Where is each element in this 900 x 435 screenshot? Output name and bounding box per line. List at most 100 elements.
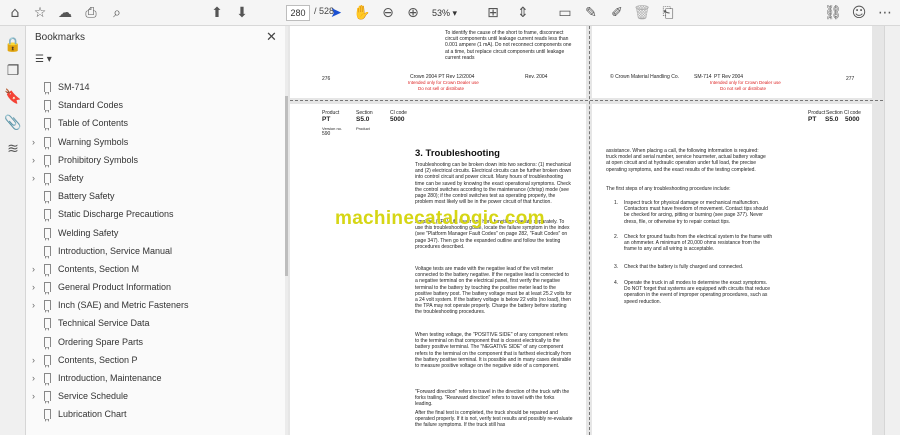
read-aloud-icon[interactable]: ⎗ <box>659 4 677 22</box>
page-277: © Crown Material Handling Co. SM-714 PT … <box>592 26 872 98</box>
zoom-out-icon[interactable]: ⊖ <box>379 4 397 22</box>
next-page-icon[interactable]: ⬇ <box>233 4 251 22</box>
pen-icon[interactable]: ✎ <box>582 4 600 22</box>
bookmark-label: Standard Codes <box>58 100 124 111</box>
header-value: 5000 <box>390 116 405 123</box>
bookmark-label: SM-714 <box>58 82 90 92</box>
bookmark-item[interactable]: Static Discharge Precautions <box>26 205 284 223</box>
list-number: 1. <box>614 200 619 206</box>
chevron-right-icon[interactable]: › <box>32 169 40 187</box>
document-viewer[interactable]: To identify the cause of the short to fr… <box>290 26 883 435</box>
paragraph-6: After the final test is completed, the t… <box>415 410 573 429</box>
bookmark-label: Prohibitory Symbols <box>58 154 139 165</box>
pan-hand-icon[interactable]: ✋ <box>353 4 371 22</box>
bookmark-item[interactable]: Introduction, Service Manual <box>26 242 284 260</box>
chevron-right-icon[interactable]: › <box>32 151 40 169</box>
paragraph-1: assistance. When placing a call, the fol… <box>606 148 766 173</box>
scroll-thumb[interactable] <box>285 96 288 276</box>
bookmark-label: General Product Information <box>58 282 172 293</box>
page-276: To identify the cause of the short to fr… <box>290 26 586 98</box>
bookmark-icon <box>44 373 51 386</box>
page-thumbnails-icon[interactable]: ❐ <box>4 62 22 80</box>
list-item-text: Operate the truck in all modes to determ… <box>624 280 771 305</box>
bookmark-icon <box>44 172 51 186</box>
page-number-input[interactable] <box>286 5 310 21</box>
bookmark-item[interactable]: › Introduction, Maintenance <box>26 369 284 387</box>
share-link-icon[interactable]: ⛓ <box>824 4 842 22</box>
bookmark-options-button[interactable]: ☰ ▾ <box>35 54 52 65</box>
layers-icon[interactable]: ≋ <box>4 140 22 158</box>
bookmark-label: Welding Safety <box>58 227 119 238</box>
attachment-icon[interactable]: 📎 <box>4 114 22 132</box>
chevron-down-icon: ▾ <box>452 8 458 18</box>
bookmark-label: Contents, Section M <box>58 263 140 274</box>
paragraph-5: "Forward direction" refers to travel in … <box>415 389 570 408</box>
bookmark-item[interactable]: › Service Schedule <box>26 387 284 405</box>
header-value: S5.0 <box>825 116 839 123</box>
bookmark-item[interactable]: Table of Contents <box>26 114 284 132</box>
bookmark-label: Static Discharge Precautions <box>58 209 174 220</box>
bookmark-item[interactable]: › Contents, Section P <box>26 351 284 369</box>
bookmark-icon <box>44 245 51 259</box>
header-value: PT <box>322 116 331 123</box>
print-icon[interactable]: ⎙ <box>82 4 100 22</box>
prev-page-icon[interactable]: ⬆ <box>208 4 226 22</box>
account-icon[interactable]: ☺ <box>850 4 868 22</box>
bookmark-item[interactable]: SM-714 <box>26 78 284 96</box>
main-toolbar: ⌂ ☆ ☁ ⎙ ⌕ ⬆ ⬇ / 528 ➤ ✋ ⊖ ⊕ 53% ▾ ⊞ ⇕ ▭ … <box>0 0 900 26</box>
bookmark-item[interactable]: › Inch (SAE) and Metric Fasteners <box>26 296 284 314</box>
footer-page-number: 277 <box>846 76 855 82</box>
chevron-right-icon[interactable]: › <box>32 369 40 387</box>
footer-page-number: 276 <box>322 76 331 82</box>
bookmark-icon[interactable]: 🔖 <box>4 88 22 106</box>
select-cursor-icon[interactable]: ➤ <box>327 4 345 22</box>
page-fit-icon[interactable]: ⊞ <box>484 4 502 22</box>
bookmark-item[interactable]: › Prohibitory Symbols <box>26 151 284 169</box>
bookmark-item[interactable]: Ordering Spare Parts <box>26 333 284 351</box>
bookmark-icon <box>44 191 51 205</box>
page-281: Product Section Cl code PT S5.0 5000 ass… <box>592 104 872 435</box>
page-divider <box>290 100 883 101</box>
highlight-icon[interactable]: ✐ <box>608 4 626 22</box>
bookmark-item[interactable]: Technical Service Data <box>26 314 284 332</box>
chevron-right-icon[interactable]: › <box>32 387 40 405</box>
paragraph-4: When testing voltage, the "POSITIVE SIDE… <box>415 332 572 370</box>
right-scrollbar[interactable] <box>884 26 900 435</box>
delete-icon[interactable]: 🗑 <box>633 4 651 22</box>
bookmark-item[interactable]: Battery Safety <box>26 187 284 205</box>
chevron-right-icon[interactable]: › <box>32 278 40 296</box>
bookmark-item[interactable]: Standard Codes <box>26 96 284 114</box>
scroll-mode-icon[interactable]: ⇕ <box>514 4 532 22</box>
zoom-dropdown[interactable]: 53% ▾ <box>432 5 474 21</box>
header-value: 5000 <box>845 116 860 123</box>
page-divider-vertical <box>589 26 590 435</box>
bookmark-item[interactable]: › Safety <box>26 169 284 187</box>
list-item-text: Check that the battery is fully charged … <box>624 264 744 270</box>
bookmark-item[interactable]: Welding Safety <box>26 224 284 242</box>
bookmark-item[interactable]: › Warning Symbols <box>26 133 284 151</box>
bookmark-label: Ordering Spare Parts <box>58 336 144 347</box>
bookmark-item[interactable]: › General Product Information <box>26 278 284 296</box>
bookmark-star-icon[interactable]: ☆ <box>31 4 49 22</box>
chevron-right-icon[interactable]: › <box>32 133 40 151</box>
bookmark-icon <box>44 227 51 241</box>
search-zoom-icon[interactable]: ⌕ <box>108 4 126 22</box>
footer-left: © Crown Material Handling Co. <box>610 74 679 80</box>
bookmark-item[interactable]: › Contents, Section M <box>26 260 284 278</box>
bookmark-icon <box>44 154 51 168</box>
footer-red-line2: Do not sell or distribute <box>720 86 767 91</box>
bookmark-item[interactable]: Lubrication Chart <box>26 405 284 423</box>
cloud-upload-icon[interactable]: ☁ <box>56 4 74 22</box>
chevron-right-icon[interactable]: › <box>32 296 40 314</box>
bookmark-icon <box>44 354 51 368</box>
chevron-right-icon[interactable]: › <box>32 260 40 278</box>
close-icon[interactable]: ✕ <box>266 29 277 45</box>
lock-icon[interactable]: 🔒 <box>4 36 22 54</box>
more-icon[interactable]: ⋯ <box>876 4 894 22</box>
footer-red-line1: Intended only for Crown Dealer use <box>408 80 479 85</box>
chevron-right-icon[interactable]: › <box>32 351 40 369</box>
home-icon[interactable]: ⌂ <box>6 4 24 22</box>
panel-scrollbar[interactable] <box>285 26 288 435</box>
zoom-in-icon[interactable]: ⊕ <box>404 4 422 22</box>
comment-icon[interactable]: ▭ <box>556 4 574 22</box>
